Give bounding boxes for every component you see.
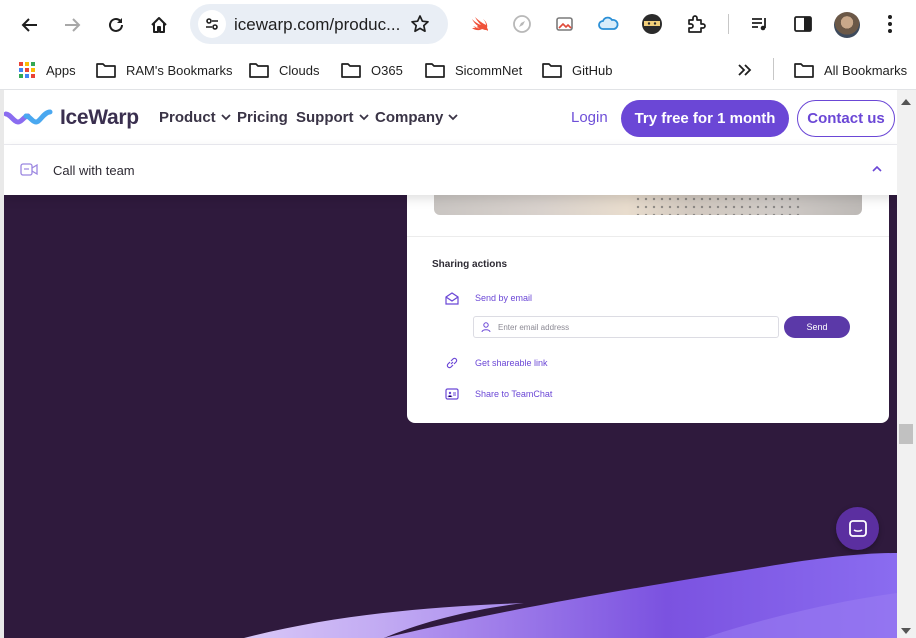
contact-us-button[interactable]: Contact us — [797, 100, 895, 137]
nav-company[interactable]: Company — [375, 109, 458, 126]
chevron-down-icon — [448, 114, 458, 121]
action-label: Share to TeamChat — [475, 389, 553, 399]
apps-grid-icon — [18, 61, 36, 79]
chevron-down-icon — [221, 114, 231, 121]
nav-support[interactable]: Support — [296, 109, 369, 126]
reload-button[interactable] — [100, 9, 132, 41]
nav-label: Product — [159, 109, 216, 126]
bookmark-label: All Bookmarks — [824, 62, 908, 78]
nav-label: Pricing — [237, 109, 288, 126]
scroll-up-arrow-icon[interactable] — [901, 99, 911, 105]
menu-kebab-icon[interactable] — [878, 12, 902, 36]
folder-icon — [341, 62, 361, 78]
email-input[interactable] — [498, 319, 768, 335]
section-subbar[interactable]: Call with team — [4, 145, 897, 195]
media-queue-icon[interactable] — [748, 12, 772, 36]
action-label: Get shareable link — [475, 358, 548, 368]
bookmark-apps[interactable]: Apps — [18, 58, 76, 82]
all-bookmarks-button[interactable]: All Bookmarks — [794, 58, 907, 82]
try-free-button[interactable]: Try free for 1 month — [621, 100, 789, 137]
compass-extension-icon[interactable] — [510, 12, 534, 36]
home-icon — [151, 17, 167, 33]
toolbar-divider — [728, 14, 729, 34]
scrollbar-thumb[interactable] — [899, 424, 913, 444]
bookmark-github[interactable]: GitHub — [542, 58, 612, 82]
address-bar[interactable]: icewarp.com/produc... — [190, 4, 448, 44]
send-button[interactable]: Send — [784, 316, 850, 338]
chevron-up-icon[interactable] — [872, 165, 882, 172]
home-button[interactable] — [143, 9, 175, 41]
browser-toolbar: icewarp.com/produc... — [0, 0, 916, 50]
side-panel-icon[interactable] — [791, 12, 815, 36]
brand-name: IceWarp — [60, 106, 139, 129]
team-photo — [434, 195, 862, 215]
action-label: Send by email — [475, 293, 533, 303]
double-chevron-icon — [738, 64, 752, 76]
site-info-icon[interactable] — [198, 10, 226, 38]
link-icon — [445, 356, 461, 370]
url-text[interactable]: icewarp.com/produc... — [234, 15, 404, 35]
user-icon — [481, 322, 491, 333]
send-by-email-action[interactable]: Send by email — [445, 290, 532, 306]
cloud-extension-icon[interactable] — [596, 12, 620, 36]
page-scrollbar[interactable] — [897, 90, 916, 638]
icewarp-logo-icon — [4, 109, 53, 125]
mail-icon — [445, 291, 461, 305]
bookmark-sicommnet[interactable]: SicommNet — [425, 58, 522, 82]
folder-icon — [794, 62, 814, 78]
bookmark-star-icon[interactable] — [408, 12, 432, 36]
bookmark-label: O365 — [371, 62, 403, 78]
profile-avatar[interactable] — [834, 12, 860, 38]
email-field[interactable] — [473, 316, 779, 338]
bookmarks-bar: Apps RAM's Bookmarks Clouds O365 SicommN… — [0, 50, 916, 90]
bookmark-label: Clouds — [279, 62, 320, 78]
teamchat-icon — [445, 387, 461, 401]
folder-icon — [542, 62, 562, 78]
ninja-extension-icon[interactable] — [640, 12, 664, 36]
decorative-wave — [244, 553, 897, 638]
login-link[interactable]: Login — [571, 109, 608, 126]
bookmarks-divider — [773, 58, 774, 80]
icewarp-logo[interactable]: IceWarp — [4, 104, 139, 132]
chevron-down-icon — [358, 114, 369, 121]
site-header: IceWarp Product Pricing Support Company … — [4, 90, 897, 145]
forward-arrow-icon — [65, 18, 81, 32]
nav-label: Company — [375, 109, 444, 126]
subbar-title: Call with team — [53, 163, 135, 178]
bookmark-clouds[interactable]: Clouds — [249, 58, 319, 82]
video-call-icon — [20, 163, 38, 176]
bookmark-label: GitHub — [572, 62, 613, 78]
more-bookmarks-button[interactable] — [738, 58, 752, 82]
bookmark-o365[interactable]: O365 — [341, 58, 403, 82]
forward-button[interactable] — [56, 9, 88, 41]
card-divider — [407, 236, 889, 237]
folder-icon — [249, 62, 269, 78]
nav-label: Support — [296, 109, 354, 126]
reload-icon — [109, 17, 123, 32]
chat-icon — [848, 519, 867, 537]
bookmark-label: SicommNet — [455, 62, 523, 78]
folder-icon — [425, 62, 445, 78]
bookmark-label: RAM's Bookmarks — [126, 62, 233, 78]
browser-window: icewarp.com/produc... Apps RAM's Bookmar… — [0, 0, 916, 638]
share-teamchat-action[interactable]: Share to TeamChat — [445, 386, 552, 402]
nav-pricing[interactable]: Pricing — [237, 109, 288, 126]
extensions-puzzle-icon[interactable] — [684, 12, 708, 36]
shareable-link-action[interactable]: Get shareable link — [445, 355, 548, 371]
folder-icon — [96, 62, 116, 78]
gallery-extension-icon[interactable] — [553, 12, 577, 36]
bookmark-label: Apps — [46, 62, 76, 78]
sharing-card: Sharing actions Send by email Send Get s… — [407, 195, 889, 423]
sharing-actions-title: Sharing actions — [432, 259, 508, 270]
scroll-down-arrow-icon[interactable] — [901, 628, 911, 634]
swift-extension-icon[interactable] — [468, 12, 492, 36]
nav-product[interactable]: Product — [159, 109, 231, 126]
back-button[interactable] — [14, 9, 46, 41]
page-viewport: Sharing actions Send by email Send Get s… — [4, 90, 897, 638]
bookmark-rams-bookmarks[interactable]: RAM's Bookmarks — [96, 58, 233, 82]
back-arrow-icon — [21, 18, 37, 32]
chat-launcher-button[interactable] — [836, 507, 879, 550]
